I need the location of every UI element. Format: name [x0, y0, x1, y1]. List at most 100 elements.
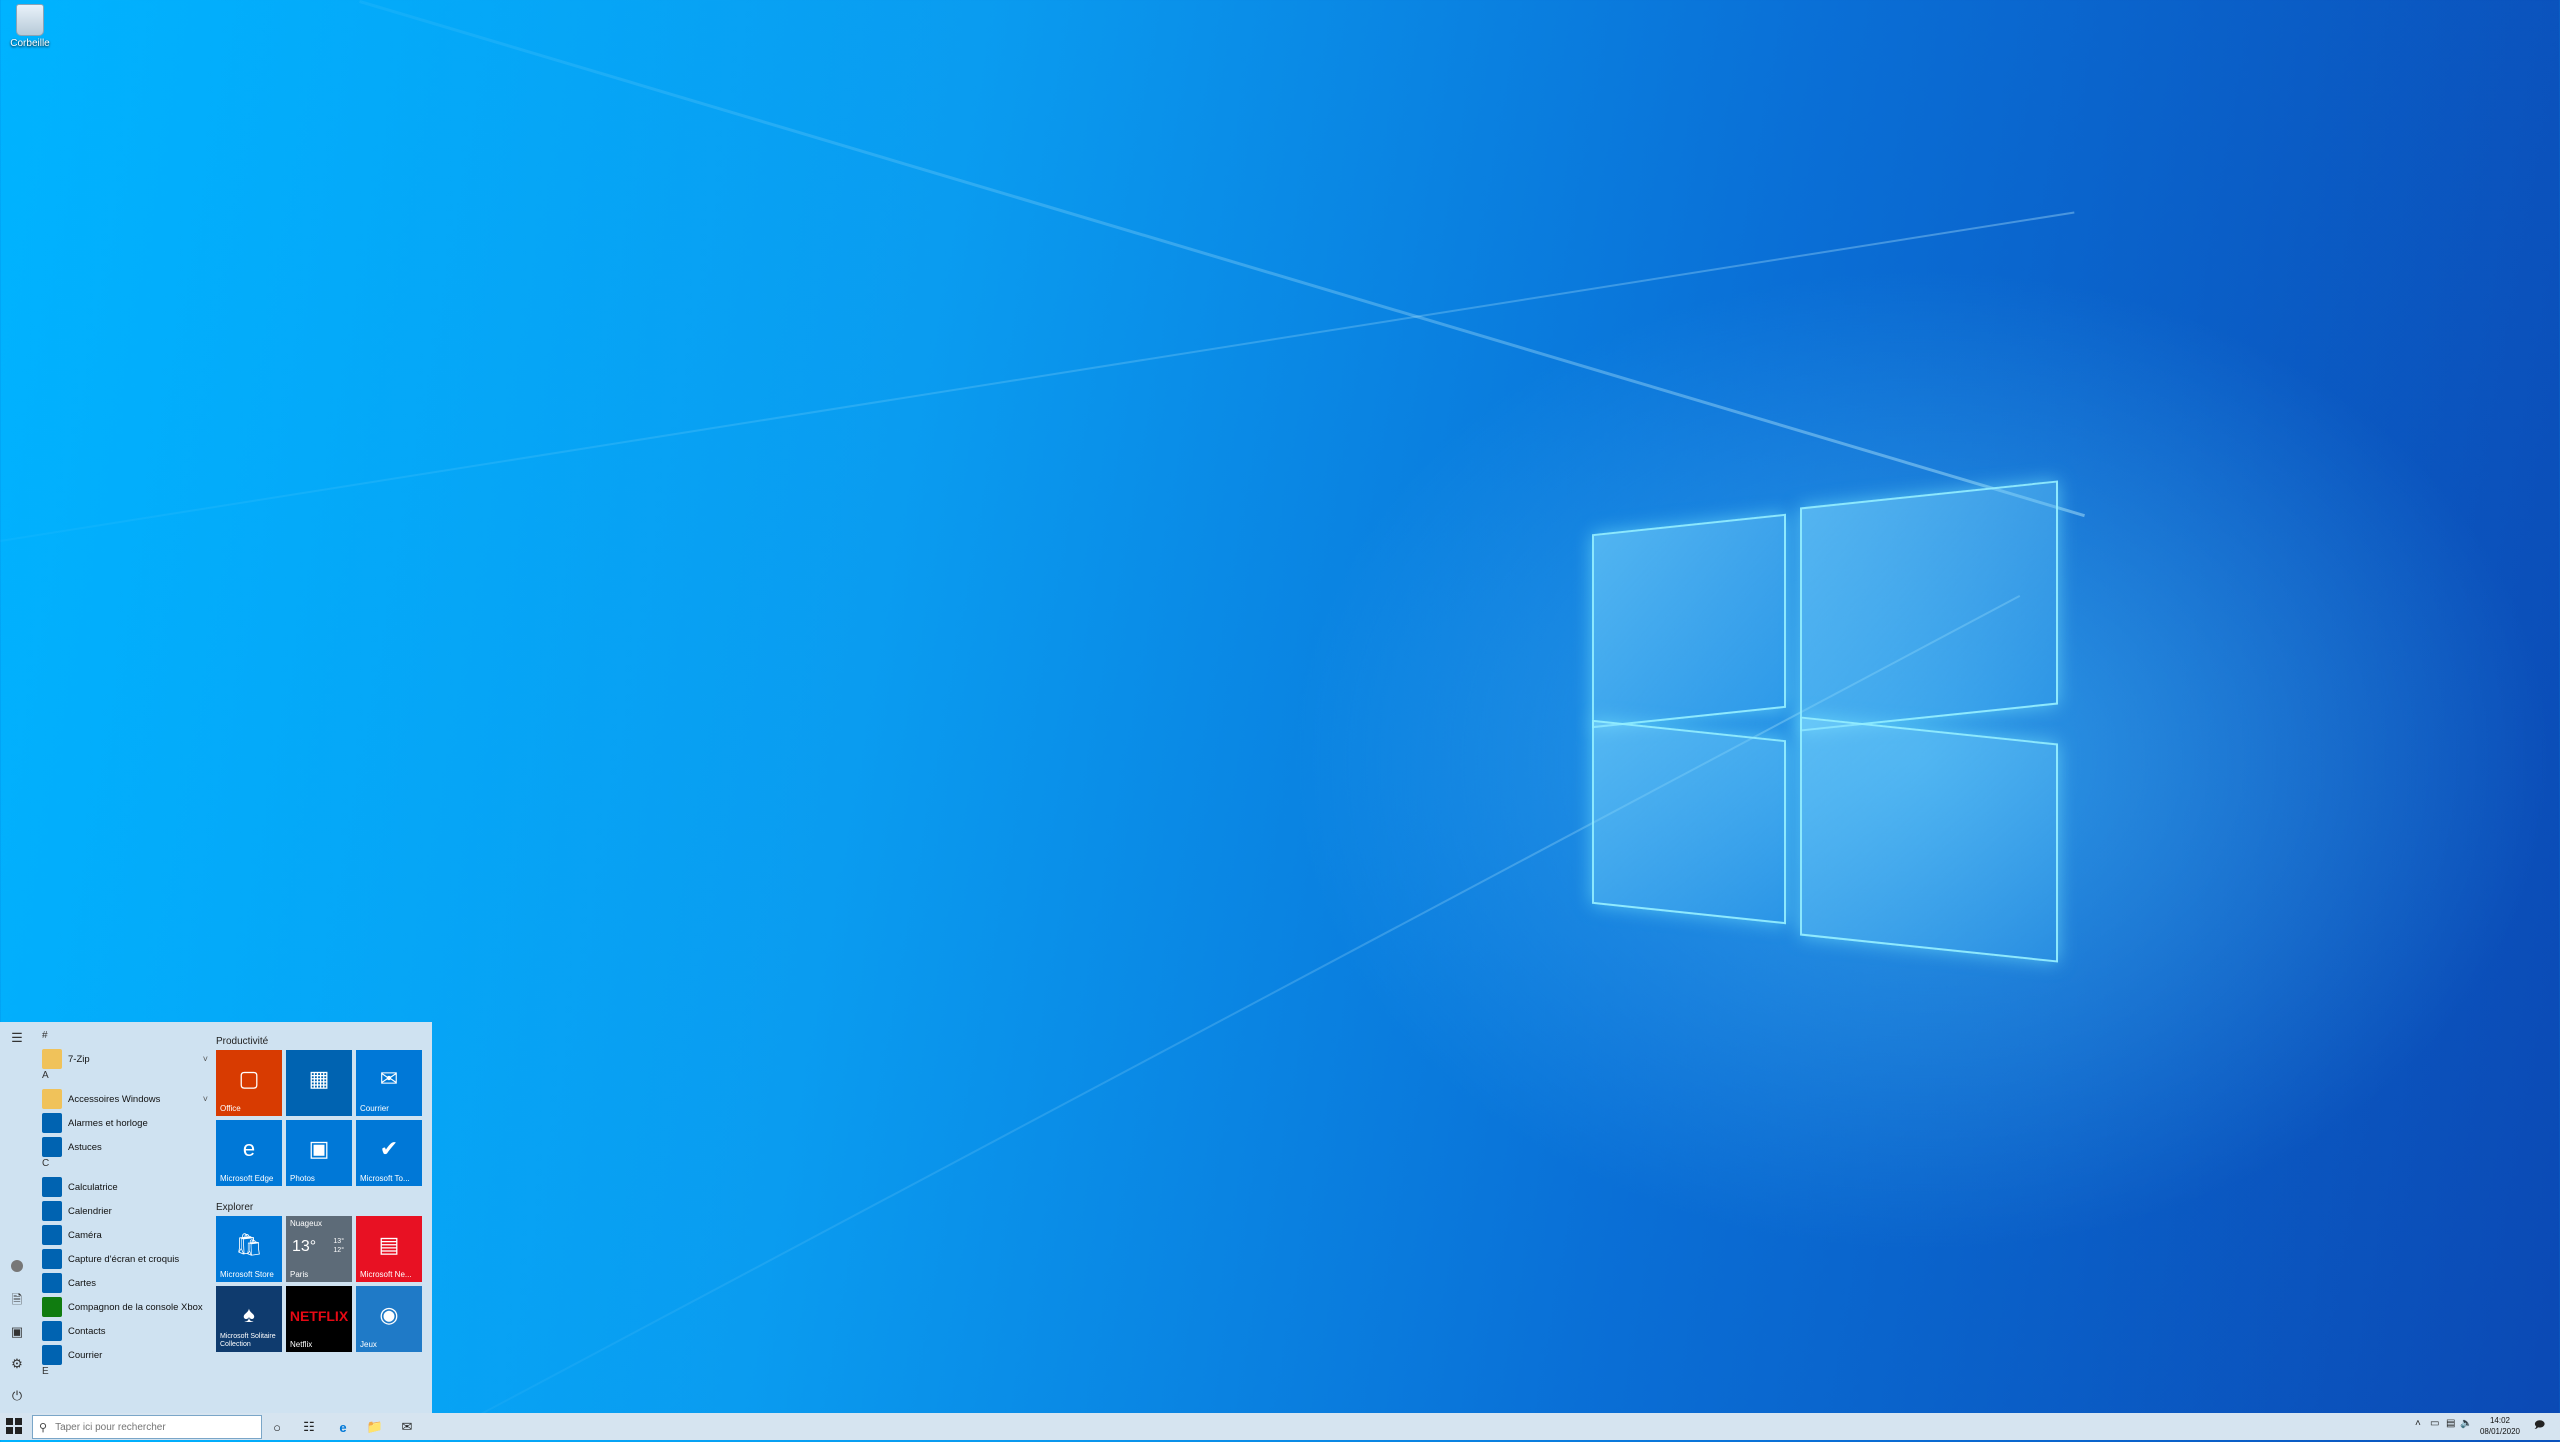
- network-icon[interactable]: ▤: [2446, 1418, 2455, 1429]
- games-icon: ◉: [379, 1302, 399, 1327]
- app-list-item[interactable]: Caméra: [42, 1224, 208, 1246]
- file-explorer-icon[interactable]: 📁: [364, 1416, 386, 1438]
- tile[interactable]: ▣ Photos: [286, 1120, 352, 1186]
- cards-icon: ♠: [243, 1302, 255, 1327]
- tile-group-title[interactable]: Productivité: [216, 1036, 268, 1047]
- cortana-icon[interactable]: ○: [266, 1416, 288, 1438]
- photos-icon: ▣: [308, 1136, 330, 1161]
- app-list-item-label: Compagnon de la console Xbox: [68, 1301, 203, 1313]
- store-icon: 🛍: [235, 1232, 263, 1257]
- app-list-item[interactable]: Cartes: [42, 1272, 208, 1294]
- app-list-item-label: Courrier: [68, 1349, 103, 1361]
- mail-icon: [42, 1345, 62, 1365]
- usb-icon[interactable]: ▭: [2430, 1418, 2439, 1429]
- power-icon[interactable]: ⏻: [9, 1388, 25, 1404]
- app-list-letter-header[interactable]: E: [42, 1366, 49, 1377]
- windows-logo-wallpaper: [1588, 480, 2058, 963]
- app-list-item[interactable]: Compagnon de la console Xbox: [42, 1296, 208, 1318]
- app-list-item-label: Contacts: [68, 1325, 106, 1337]
- app-list-letter-header[interactable]: A: [42, 1070, 49, 1081]
- calculator-icon: [42, 1177, 62, 1197]
- app-list-item[interactable]: Courrier: [42, 1344, 208, 1366]
- tile[interactable]: ▤ Microsoft Ne...: [356, 1216, 422, 1282]
- recycle-bin-label: Corbeille: [10, 38, 50, 49]
- chevron-down-icon: ˅: [202, 1054, 208, 1064]
- weather-condition: Nuageux: [290, 1219, 323, 1228]
- recycle-bin-desktop-icon[interactable]: Corbeille: [6, 4, 54, 49]
- app-list-item[interactable]: Astuces: [42, 1136, 208, 1158]
- tile[interactable]: ▦: [286, 1050, 352, 1116]
- weather-temperature: 13°: [292, 1238, 317, 1255]
- settings-gear-icon[interactable]: ⚙: [9, 1356, 25, 1372]
- tile-label: Microsoft Store: [220, 1270, 274, 1279]
- app-list-item-label: Capture d'écran et croquis: [68, 1253, 180, 1265]
- action-center-icon[interactable]: 🗩: [2534, 1418, 2545, 1435]
- weather-low: 12°: [333, 1247, 344, 1254]
- show-hidden-icons-chevron-icon[interactable]: ˄: [2415, 1418, 2421, 1429]
- people-icon: [42, 1321, 62, 1341]
- clock[interactable]: 14:02 08/01/2020: [2472, 1415, 2528, 1437]
- start-menu-rail: ☰ 🗎 ▣ ⚙ ⏻: [0, 1022, 34, 1413]
- tile-label: Netflix: [290, 1340, 313, 1349]
- search-input[interactable]: [53, 1420, 248, 1434]
- tile-label: Photos: [290, 1174, 315, 1183]
- clock-time: 14:02: [2489, 1416, 2511, 1425]
- app-list-item-label: Accessoires Windows: [68, 1093, 161, 1105]
- clock-icon: [42, 1113, 62, 1133]
- app-list-item[interactable]: Accessoires Windows ˅: [42, 1088, 208, 1110]
- lightbulb-icon: [42, 1137, 62, 1157]
- tile[interactable]: e Microsoft Edge: [216, 1120, 282, 1186]
- app-list-letter-header[interactable]: #: [42, 1030, 48, 1041]
- folder-icon: [42, 1089, 62, 1109]
- documents-icon[interactable]: 🗎: [9, 1292, 25, 1308]
- search-box[interactable]: ⚲: [32, 1415, 262, 1439]
- tile[interactable]: ♠ Microsoft Solitaire Collection: [216, 1286, 282, 1352]
- taskbar: ⚲ ○ ☷ e 📁 ✉ ˄ ▭ ▤ 🔈 14:02 08/01/2020 🗩: [0, 1413, 2560, 1440]
- task-view-icon[interactable]: ☷: [298, 1416, 320, 1438]
- tile[interactable]: ✔ Microsoft To...: [356, 1120, 422, 1186]
- tile[interactable]: ◉ Jeux: [356, 1286, 422, 1352]
- pictures-icon[interactable]: ▣: [9, 1324, 25, 1340]
- tile[interactable]: 🛍 Microsoft Store: [216, 1216, 282, 1282]
- app-list-item[interactable]: Calculatrice: [42, 1176, 208, 1198]
- edge-taskbar-icon[interactable]: e: [332, 1416, 354, 1438]
- mail-taskbar-icon[interactable]: ✉: [396, 1416, 418, 1438]
- app-list-item-label: Alarmes et horloge: [68, 1117, 148, 1129]
- tile-group-title[interactable]: Explorer: [216, 1202, 253, 1213]
- wallpaper-light-ray: [359, 0, 2085, 518]
- tile-label: Microsoft Ne...: [360, 1270, 412, 1279]
- app-list-item[interactable]: Capture d'écran et croquis: [42, 1248, 208, 1270]
- tile-label: Microsoft Solitaire Collection: [220, 1333, 276, 1348]
- app-list-letter-header[interactable]: C: [42, 1158, 49, 1169]
- app-list-item-label: Calculatrice: [68, 1181, 118, 1193]
- tile-label: Microsoft To...: [360, 1174, 410, 1183]
- app-list-item-label: Caméra: [68, 1229, 102, 1241]
- checkmark-icon: ✔: [379, 1136, 399, 1161]
- search-icon: ⚲: [39, 1421, 48, 1434]
- hamburger-menu-icon[interactable]: ☰: [9, 1030, 25, 1046]
- tile[interactable]: ▢ Office: [216, 1050, 282, 1116]
- office-apps-icon: ▦: [308, 1066, 330, 1091]
- tile-label: Jeux: [360, 1340, 377, 1349]
- app-list-item-label: 7-Zip: [68, 1053, 90, 1065]
- edge-icon: e: [242, 1136, 256, 1161]
- app-list-item[interactable]: Alarmes et horloge: [42, 1112, 208, 1134]
- tile[interactable]: ✉ Courrier: [356, 1050, 422, 1116]
- calendar-icon: [42, 1201, 62, 1221]
- tile-label: Office: [220, 1104, 241, 1113]
- volume-icon[interactable]: 🔈: [2460, 1418, 2472, 1429]
- news-icon: ▤: [378, 1232, 400, 1257]
- tile-label: Paris: [290, 1270, 309, 1279]
- clock-date: 08/01/2020: [2479, 1427, 2521, 1436]
- user-avatar-icon[interactable]: [9, 1260, 25, 1276]
- tile[interactable]: Nuageux 13° 13° 12° Paris: [286, 1216, 352, 1282]
- app-list-item[interactable]: Contacts: [42, 1320, 208, 1342]
- tile[interactable]: NETFLIX Netflix: [286, 1286, 352, 1352]
- start-menu: ☰ 🗎 ▣ ⚙ ⏻ #7-Zip ˅ A Accessoires Windows ˅ Al…: [0, 1022, 432, 1413]
- app-list-item[interactable]: 7-Zip ˅: [42, 1048, 208, 1070]
- map-pin-icon: [42, 1273, 62, 1293]
- app-list-item-label: Calendrier: [68, 1205, 112, 1217]
- app-list-item[interactable]: Calendrier: [42, 1200, 208, 1222]
- xbox-icon: [42, 1297, 62, 1317]
- start-button[interactable]: [6, 1418, 22, 1434]
